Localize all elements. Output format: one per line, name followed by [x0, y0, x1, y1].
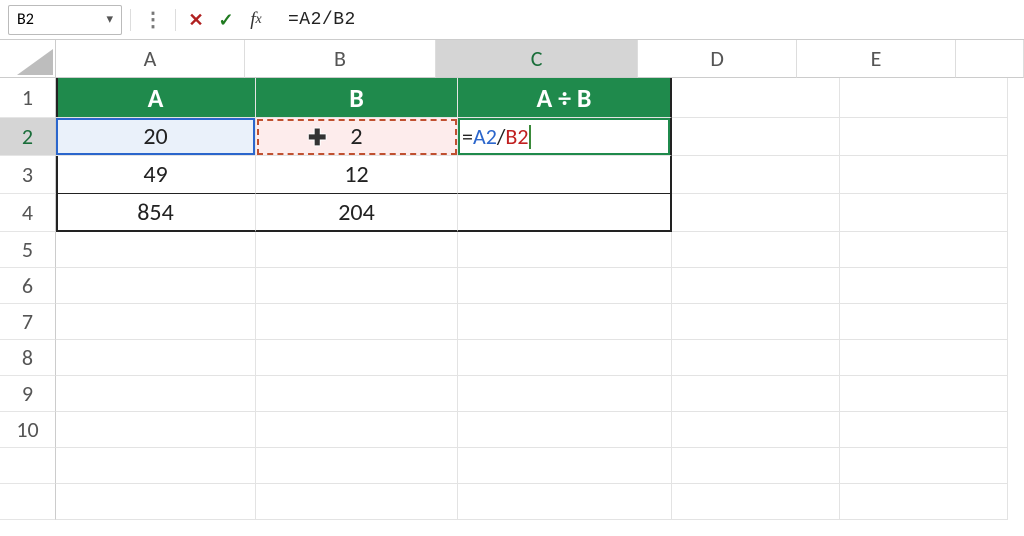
formula-ref-B: B2: [505, 123, 528, 150]
cell-D6[interactable]: [672, 268, 840, 304]
cell-B11[interactable]: [256, 448, 458, 484]
cell-C9[interactable]: [458, 376, 672, 412]
col-header-E[interactable]: E: [797, 40, 956, 78]
separator: [130, 9, 131, 31]
row-header-8[interactable]: 8: [0, 340, 56, 376]
cell-D12[interactable]: [672, 484, 840, 520]
cell-D5[interactable]: [672, 232, 840, 268]
cell-B6[interactable]: [256, 268, 458, 304]
row-header-6[interactable]: 6: [0, 268, 56, 304]
row-header-10[interactable]: 10: [0, 412, 56, 448]
cell-D9[interactable]: [672, 376, 840, 412]
cell-D3[interactable]: [672, 156, 840, 194]
cell-A3[interactable]: 49: [56, 156, 256, 194]
cell-C11[interactable]: [458, 448, 672, 484]
cell-C1[interactable]: A ÷ B: [458, 78, 672, 118]
cell-D8[interactable]: [672, 340, 840, 376]
cell-E3[interactable]: [840, 156, 1008, 194]
row-headers: 1 2 3 4 5 6 7 8 9 10: [0, 78, 56, 520]
col-header-partial[interactable]: [956, 40, 1024, 78]
col-header-B[interactable]: B: [245, 40, 436, 78]
cell-B4[interactable]: 204: [256, 194, 458, 232]
cell-B1[interactable]: B: [256, 78, 458, 118]
cell-A7[interactable]: [56, 304, 256, 340]
cell-E2[interactable]: [840, 118, 1008, 156]
row-header-1[interactable]: 1: [0, 78, 56, 118]
cell-A1[interactable]: A: [56, 78, 256, 118]
cell-D10[interactable]: [672, 412, 840, 448]
cell-E6[interactable]: [840, 268, 1008, 304]
cell-C12[interactable]: [458, 484, 672, 520]
cell-A2[interactable]: 20: [56, 118, 256, 156]
cell-C3[interactable]: [458, 156, 672, 194]
text-caret: [529, 125, 531, 149]
cell-E9[interactable]: [840, 376, 1008, 412]
accept-icon[interactable]: ✓: [214, 8, 238, 32]
cancel-icon[interactable]: ✕: [184, 8, 208, 32]
cell-C8[interactable]: [458, 340, 672, 376]
cell-A6[interactable]: [56, 268, 256, 304]
formula-bar: B2 ▾ ⋮ ✕ ✓ fx =A2/B2: [0, 0, 1024, 40]
cell-C7[interactable]: [458, 304, 672, 340]
cell-D1[interactable]: [672, 78, 840, 118]
column-headers: A B C D E: [56, 40, 1024, 78]
name-box-value: B2: [17, 10, 34, 29]
cell-C2-editing[interactable]: =A2/B2: [458, 118, 672, 156]
cell-C10[interactable]: [458, 412, 672, 448]
cell-B5[interactable]: [256, 232, 458, 268]
cell-A4[interactable]: 854: [56, 194, 256, 232]
cell-D7[interactable]: [672, 304, 840, 340]
chevron-down-icon[interactable]: ▾: [106, 12, 113, 27]
separator: [175, 9, 176, 31]
formula-slash: /: [497, 123, 506, 150]
cell-E7[interactable]: [840, 304, 1008, 340]
col-header-A[interactable]: A: [56, 40, 245, 78]
cell-E1[interactable]: [840, 78, 1008, 118]
cell-D11[interactable]: [672, 448, 840, 484]
cell-C6[interactable]: [458, 268, 672, 304]
cell-B8[interactable]: [256, 340, 458, 376]
cell-A10[interactable]: [56, 412, 256, 448]
formula-ref-A: A2: [473, 123, 497, 150]
cell-C5[interactable]: [458, 232, 672, 268]
formula-eq: =: [462, 123, 473, 150]
name-box[interactable]: B2 ▾: [8, 5, 122, 35]
cell-A9[interactable]: [56, 376, 256, 412]
row-header-3[interactable]: 3: [0, 156, 56, 194]
row-header-9[interactable]: 9: [0, 376, 56, 412]
row-header-5[interactable]: 5: [0, 232, 56, 268]
cell-B10[interactable]: [256, 412, 458, 448]
col-header-C[interactable]: C: [436, 40, 638, 78]
row-header-7[interactable]: 7: [0, 304, 56, 340]
cell-D4[interactable]: [672, 194, 840, 232]
cell-E5[interactable]: [840, 232, 1008, 268]
cell-B12[interactable]: [256, 484, 458, 520]
row-header-2[interactable]: 2: [0, 118, 56, 156]
formula-input[interactable]: =A2/B2: [274, 10, 1016, 30]
cell-A11[interactable]: [56, 448, 256, 484]
cell-A8[interactable]: [56, 340, 256, 376]
cell-A5[interactable]: [56, 232, 256, 268]
fx-icon[interactable]: fx: [244, 8, 268, 32]
cell-A12[interactable]: [56, 484, 256, 520]
cell-E10[interactable]: [840, 412, 1008, 448]
cell-E11[interactable]: [840, 448, 1008, 484]
select-all-corner[interactable]: [0, 40, 56, 78]
more-dots-icon[interactable]: ⋮: [139, 10, 167, 30]
cell-B9[interactable]: [256, 376, 458, 412]
cell-B3[interactable]: 12: [256, 156, 458, 194]
row-header-12[interactable]: [0, 484, 56, 520]
cell-B2[interactable]: 2: [256, 118, 458, 156]
cell-D2[interactable]: [672, 118, 840, 156]
cell-E8[interactable]: [840, 340, 1008, 376]
row-header-4[interactable]: 4: [0, 194, 56, 232]
cell-B7[interactable]: [256, 304, 458, 340]
cell-C4[interactable]: [458, 194, 672, 232]
spreadsheet-grid: A B C D E 1 2 3 4 5 6 7 8 9 10 A B A ÷ B…: [0, 40, 1024, 536]
cell-E4[interactable]: [840, 194, 1008, 232]
cell-E12[interactable]: [840, 484, 1008, 520]
col-header-D[interactable]: D: [638, 40, 797, 78]
row-header-11[interactable]: [0, 448, 56, 484]
